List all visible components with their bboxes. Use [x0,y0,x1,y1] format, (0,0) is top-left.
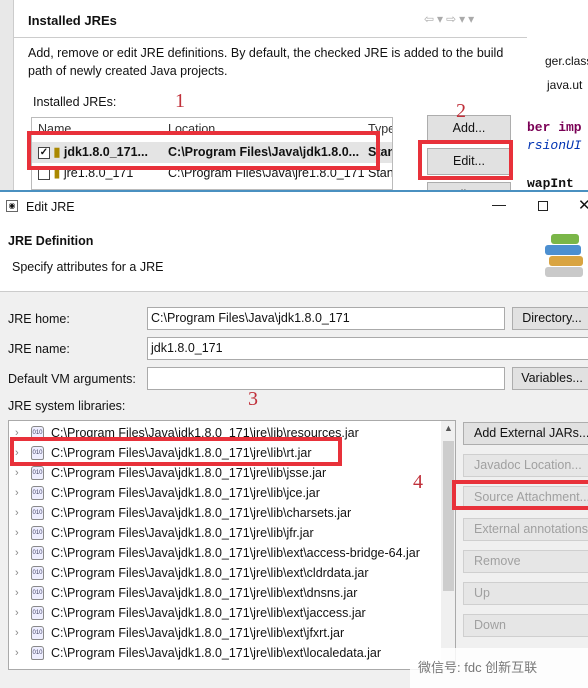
dialog-subheading: Specify attributes for a JRE [12,260,164,274]
dialog-heading: JRE Definition [8,234,94,248]
library-item[interactable]: › 010 C:\Program Files\Java\jdk1.8.0_171\j… [9,463,439,483]
scrollbar-thumb[interactable] [443,441,454,591]
code-line: ber imp [527,120,582,135]
annotation-number: 4 [413,471,423,493]
library-path: C:\Program Files\Java\jdk1.8.0_171\jre\l… [51,606,366,620]
highlight-box-4 [452,480,588,510]
maximize-button[interactable] [538,201,548,211]
expand-chevron-icon[interactable]: › [15,563,19,583]
watermark: 微信号: fdc 创新互联 [410,648,588,688]
lib-button-down[interactable]: Down [463,614,588,637]
scroll-up-icon[interactable]: ▲ [444,423,453,433]
library-item[interactable]: › 010 C:\Program Files\Java\jdk1.8.0_171\j… [9,603,439,623]
lib-button-up[interactable]: Up [463,582,588,605]
annotation-number: 2 [456,100,466,122]
variables-button[interactable]: Variables... [512,367,588,390]
library-path: C:\Program Files\Java\jdk1.8.0_171\jre\l… [51,486,320,500]
jre-home-label: JRE home: [8,312,70,326]
jar-icon: 010 [31,566,44,580]
directory-button[interactable]: Directory... [512,307,588,330]
expand-chevron-icon[interactable]: › [15,623,19,643]
vm-args-label: Default VM arguments: [8,372,136,386]
highlight-box-3 [10,437,342,466]
code-line: wapInt [527,176,574,190]
code-line: rsionUI [527,138,582,153]
editor-tab[interactable]: ger.class [545,54,588,68]
highlight-box-1 [27,131,380,170]
library-path: C:\Program Files\Java\jdk1.8.0_171\jre\l… [51,526,314,540]
lib-button-javadoc-location[interactable]: Javadoc Location... [463,454,588,477]
eclipse-icon: ◉ [6,200,18,212]
jar-icon: 010 [31,646,44,660]
library-path: C:\Program Files\Java\jdk1.8.0_171\jre\l… [51,546,420,560]
outline-item: java.ut [547,78,583,92]
expand-chevron-icon[interactable]: › [15,483,19,503]
library-path: C:\Program Files\Java\jdk1.8.0_171\jre\l… [51,466,327,480]
annotation-number: 1 [175,90,185,112]
minimize-button[interactable]: — [492,196,506,212]
lib-button-external-annotations[interactable]: External annotations... [463,518,588,541]
jre-name-label: JRE name: [8,342,70,356]
lib-button-add-external-jars[interactable]: Add External JARs... [463,422,588,445]
jar-icon: 010 [31,466,44,480]
jar-icon: 010 [31,526,44,540]
library-item[interactable]: › 010 C:\Program Files\Java\jdk1.8.0_171\j… [9,503,439,523]
expand-chevron-icon[interactable]: › [15,543,19,563]
expand-chevron-icon[interactable]: › [15,463,19,483]
jar-icon: 010 [31,606,44,620]
highlight-box-2 [418,140,513,180]
scrollbar[interactable]: ▲ [441,421,455,669]
page-description: Add, remove or edit JRE definitions. By … [28,46,504,78]
library-item[interactable]: › 010 C:\Program Files\Java\jdk1.8.0_171\j… [9,523,439,543]
annotation-number: 3 [248,388,258,410]
code-editor-strip: ger.class java.ut ber imp rsionUI wapInt [527,0,588,190]
nav-arrows-icon[interactable]: ⇦▾⇨▾▾ [424,12,477,26]
close-button[interactable]: ✕ [578,196,588,214]
jre-home-input[interactable]: C:\Program Files\Java\jdk1.8.0_171 [147,307,505,330]
jar-icon: 010 [31,486,44,500]
library-path: C:\Program Files\Java\jdk1.8.0_171\jre\l… [51,646,382,660]
library-item[interactable]: › 010 C:\Program Files\Java\jdk1.8.0_171\j… [9,583,439,603]
dialog-header: JRE Definition Specify attributes for a … [0,222,588,292]
library-path: C:\Program Files\Java\jdk1.8.0_171\jre\l… [51,506,352,520]
library-path: C:\Program Files\Java\jdk1.8.0_171\jre\l… [51,566,369,580]
expand-chevron-icon[interactable]: › [15,603,19,623]
add-button[interactable]: Add... [427,115,511,142]
library-item[interactable]: › 010 C:\Program Files\Java\jdk1.8.0_171\j… [9,543,439,563]
library-item[interactable]: › 010 C:\Program Files\Java\jdk1.8.0_171\j… [9,643,439,663]
expand-chevron-icon[interactable]: › [15,503,19,523]
jre-name-input[interactable]: jdk1.8.0_171 [147,337,588,360]
library-path: C:\Program Files\Java\jdk1.8.0_171\jre\l… [51,626,345,640]
window-title: Edit JRE [26,200,75,214]
title-bar: ◉ Edit JRE — ✕ [0,192,588,222]
jar-icon: 010 [31,586,44,600]
library-path: C:\Program Files\Java\jdk1.8.0_171\jre\l… [51,586,358,600]
library-item[interactable]: › 010 C:\Program Files\Java\jdk1.8.0_171\j… [9,483,439,503]
jar-icon: 010 [31,626,44,640]
jres-list-label: Installed JREs: [33,95,117,109]
lib-button-remove[interactable]: Remove [463,550,588,573]
vm-args-input[interactable] [147,367,505,390]
jar-icon: 010 [31,506,44,520]
libraries-label: JRE system libraries: [8,399,126,413]
jar-icon: 010 [31,546,44,560]
library-item[interactable]: › 010 C:\Program Files\Java\jdk1.8.0_171\j… [9,623,439,643]
expand-chevron-icon[interactable]: › [15,583,19,603]
page-title: Installed JREs [28,13,117,28]
divider [14,37,528,38]
library-books-icon [545,234,585,278]
library-item[interactable]: › 010 C:\Program Files\Java\jdk1.8.0_171\j… [9,563,439,583]
expand-chevron-icon[interactable]: › [15,523,19,543]
expand-chevron-icon[interactable]: › [15,643,19,663]
